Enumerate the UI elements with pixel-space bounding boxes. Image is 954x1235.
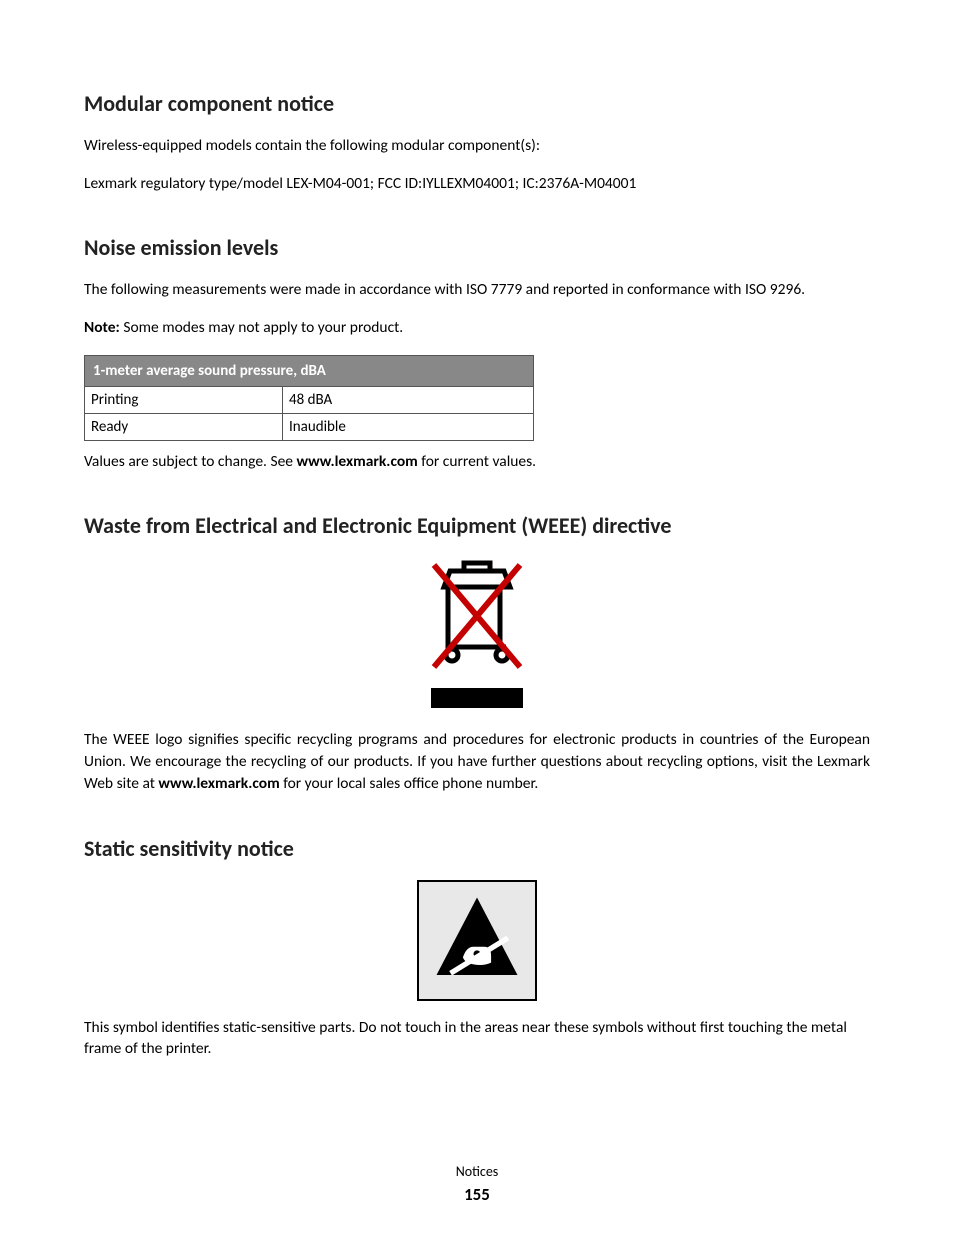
weee-bin-icon xyxy=(422,557,532,677)
weee-bar-icon xyxy=(431,688,523,708)
section-noise-emission: Noise emission levels The following meas… xyxy=(84,234,870,472)
paragraph: The following measurements were made in … xyxy=(84,279,870,301)
heading-noise: Noise emission levels xyxy=(84,234,870,261)
table-cell-label: Ready xyxy=(85,413,283,440)
note-label: Note: xyxy=(84,318,120,337)
note-text: Some modes may not apply to your product… xyxy=(120,318,403,337)
esd-triangle-icon xyxy=(433,894,521,982)
footer-page-number: 155 xyxy=(0,1184,954,1205)
section-static-sensitivity: Static sensitivity notice This symbol id… xyxy=(84,835,870,1060)
link-text: www.lexmark.com xyxy=(158,774,279,793)
esd-box xyxy=(417,880,537,1001)
weee-icon-wrap xyxy=(84,557,870,713)
esd-icon-wrap xyxy=(84,880,870,1001)
link-text: www.lexmark.com xyxy=(297,452,418,471)
noise-table: 1-meter average sound pressure, dBA Prin… xyxy=(84,355,534,441)
table-cell-value: 48 dBA xyxy=(283,386,534,413)
table-row: Printing 48 dBA xyxy=(85,386,534,413)
table-cell-label: Printing xyxy=(85,386,283,413)
section-weee: Waste from Electrical and Electronic Equ… xyxy=(84,512,870,794)
text-post: for current values. xyxy=(418,452,536,471)
after-table-text: Values are subject to change. See www.le… xyxy=(84,451,870,473)
footer-label: Notices xyxy=(0,1163,954,1180)
weee-paragraph: The WEEE logo signifies specific recycli… xyxy=(84,729,870,794)
heading-weee: Waste from Electrical and Electronic Equ… xyxy=(84,512,870,539)
table-row: Ready Inaudible xyxy=(85,413,534,440)
table-header-cell: 1-meter average sound pressure, dBA xyxy=(85,355,534,386)
heading-modular: Modular component notice xyxy=(84,90,870,117)
section-modular-component: Modular component notice Wireless-equipp… xyxy=(84,90,870,194)
text-post: for your local sales office phone number… xyxy=(280,774,539,793)
text-pre: Values are subject to change. See xyxy=(84,452,297,471)
heading-static: Static sensitivity notice xyxy=(84,835,870,862)
table-header-row: 1-meter average sound pressure, dBA xyxy=(85,355,534,386)
note-line: Note: Some modes may not apply to your p… xyxy=(84,317,870,339)
page-footer: Notices 155 xyxy=(0,1163,954,1205)
table-cell-value: Inaudible xyxy=(283,413,534,440)
paragraph: Wireless-equipped models contain the fol… xyxy=(84,135,870,157)
paragraph: Lexmark regulatory type/model LEX-M04-00… xyxy=(84,173,870,195)
static-paragraph: This symbol identifies static-sensitive … xyxy=(84,1017,870,1060)
